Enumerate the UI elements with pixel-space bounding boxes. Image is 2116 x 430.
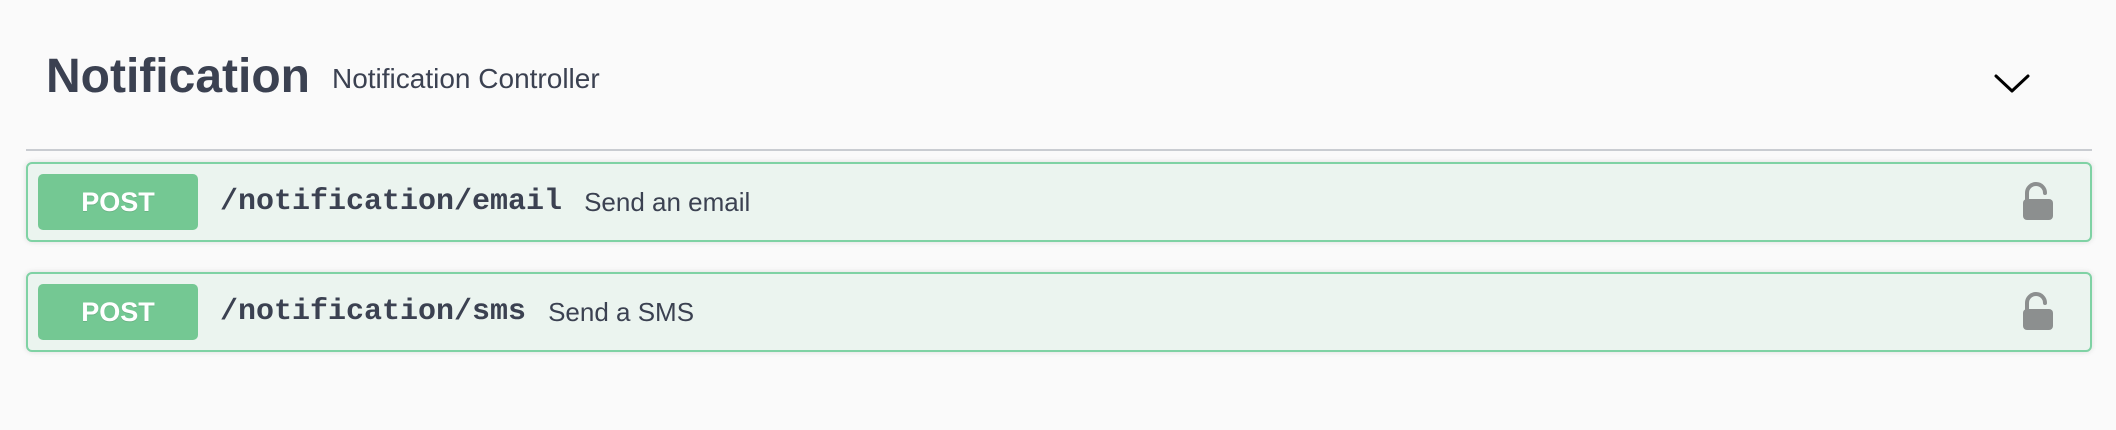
tag-header[interactable]: Notification Notification Controller (26, 0, 2092, 151)
tag-name: Notification (46, 50, 310, 103)
method-badge: POST (38, 174, 198, 230)
unlocked-padlock-icon[interactable] (2020, 182, 2056, 222)
tag-section-notification: Notification Notification Controller POS… (26, 0, 2092, 352)
method-badge: POST (38, 284, 198, 340)
operation-path: /notification/sms (220, 295, 527, 329)
operation-summary: Send a SMS (548, 296, 695, 327)
operation-summary: Send an email (584, 186, 751, 217)
opblock-post-notification-email[interactable]: POST /notification/email Send an email (26, 162, 2092, 242)
tag-description: Notification Controller (331, 62, 600, 94)
opblock-post-notification-sms[interactable]: POST /notification/sms Send a SMS (26, 272, 2092, 352)
unlocked-padlock-icon[interactable] (2020, 292, 2056, 332)
operation-path: /notification/email (220, 185, 563, 219)
chevron-down-icon[interactable] (1992, 64, 2032, 104)
